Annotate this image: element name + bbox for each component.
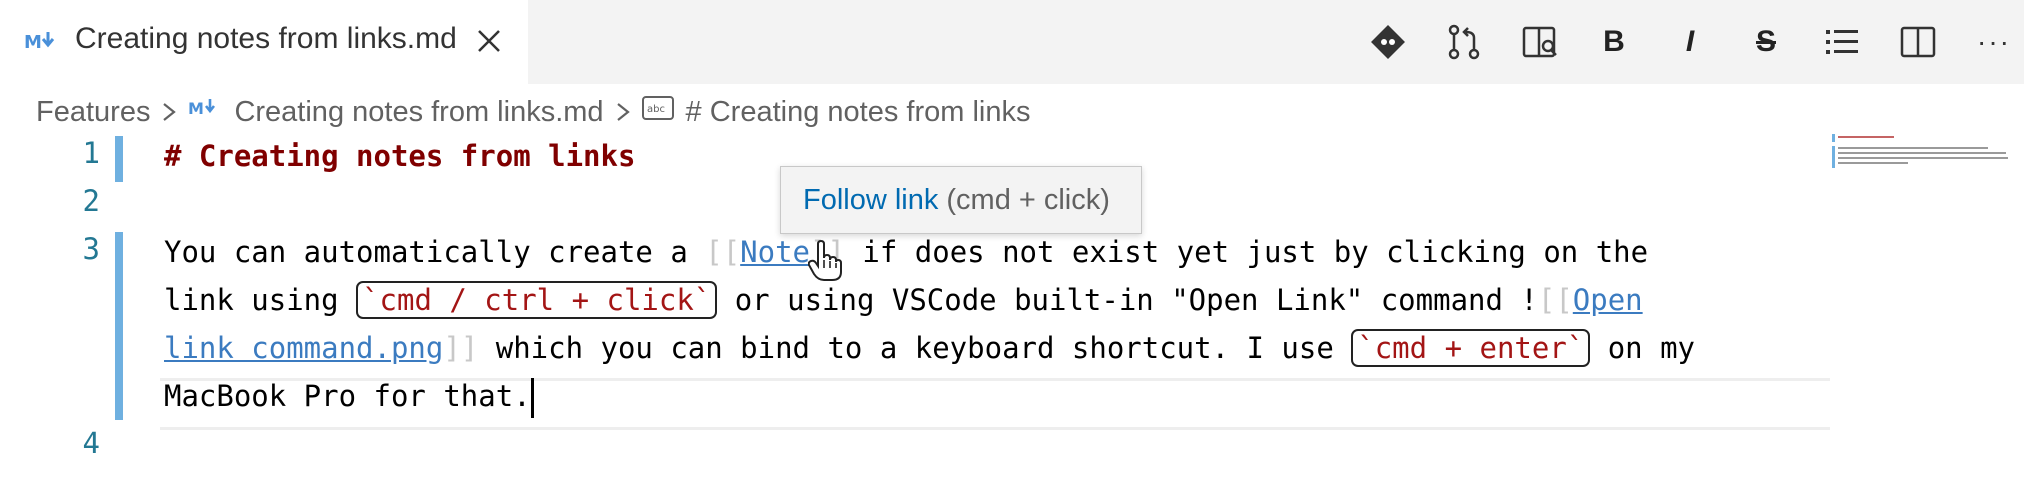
heading-text: # Creating notes from links [164,139,636,173]
breadcrumb-label: Creating notes from links.md [234,95,604,128]
svg-text:M: M [188,99,204,118]
line-number: 1 [82,136,100,170]
breadcrumb-item-symbol[interactable]: abc # Creating notes from links [641,95,1031,129]
text-segment: on my [1590,331,1696,365]
svg-text:M: M [24,32,42,53]
tab-bar: M Creating notes from links.md B I S ··· [0,0,2024,84]
bold-label: B [1603,25,1625,58]
wiki-link-bracket: [[ [1537,283,1573,317]
bold-icon[interactable]: B [1592,20,1636,64]
wiki-link-bracket: [[ [705,235,741,269]
tab-title: Creating notes from links.md [75,22,457,55]
line-number: 2 [82,184,100,218]
code-line-1: # Creating notes from links [164,132,635,180]
hand-cursor-icon [807,239,842,282]
open-preview-side-icon[interactable] [1518,20,1562,64]
chevron-right-icon [160,100,178,124]
breadcrumb-item-file[interactable]: M Creating notes from links.md [188,95,603,129]
svg-text:abc: abc [647,104,665,115]
split-editor-icon[interactable] [1896,20,1940,64]
wiki-link-open-link-command[interactable]: Open [1573,283,1643,317]
inline-code: `cmd / ctrl + click` [356,281,718,319]
symbol-string-icon: abc [641,95,674,129]
text-segment: MacBook Pro for that. [164,379,531,413]
wiki-link-bracket: ]] [443,331,479,365]
italic-label: I [1685,25,1695,58]
editor-tab[interactable]: M Creating notes from links.md [0,0,528,84]
code-line-3-row-4: MacBook Pro for that. [164,372,534,420]
inline-code: `cmd + enter` [1351,329,1591,367]
modified-line-indicator[interactable] [115,136,123,182]
wiki-link-note[interactable]: Note [740,235,810,269]
strikethrough-icon[interactable]: S [1744,20,1788,64]
chevron-right-icon [614,100,632,124]
italic-icon[interactable]: I [1668,20,1712,64]
follow-link[interactable]: Follow link [803,184,938,217]
more-actions-label: ··· [1977,26,2011,57]
breadcrumb-label: Features [36,95,151,128]
wiki-link-open-link-command[interactable]: link command.png [164,331,443,365]
breadcrumb-item-features[interactable]: Features [36,96,150,129]
code-line-3-row-2: link using `cmd / ctrl + click` or using… [164,276,1643,324]
markdown-icon: M [188,95,222,129]
breadcrumb-label: # Creating notes from links [685,95,1031,128]
line-number: 3 [82,232,100,266]
minimap[interactable] [1830,134,2024,492]
source-control-icon[interactable] [1442,20,1486,64]
close-icon[interactable] [476,28,502,54]
line-number: 4 [82,426,100,460]
link-hover-tooltip: Follow link (cmd + click) [780,166,1142,234]
breadcrumb: Features M Creating notes from links.md … [36,90,1030,134]
git-compare-icon[interactable] [1366,20,1410,64]
text-segment: link using [164,283,357,317]
code-line-3-row-3: link command.png]] which you can bind to… [164,324,1695,372]
markdown-icon: M [24,26,60,56]
list-icon[interactable] [1820,20,1864,64]
follow-link-hint: (cmd + click) [946,183,1110,216]
more-actions-icon[interactable]: ··· [1972,20,2016,64]
text-segment: or using VSCode built-in "Open Link" com… [717,283,1538,317]
text-cursor [530,378,534,418]
text-segment: which you can bind to a keyboard shortcu… [478,331,1352,365]
text-segment: You can automatically create a [164,235,706,269]
strikethrough-label: S [1755,25,1776,58]
code-line-3-row-1: You can automatically create a [[Note]] … [164,228,1648,276]
text-segment: if does not exist yet just by clicking o… [844,235,1649,269]
modified-line-indicator[interactable] [115,232,123,420]
